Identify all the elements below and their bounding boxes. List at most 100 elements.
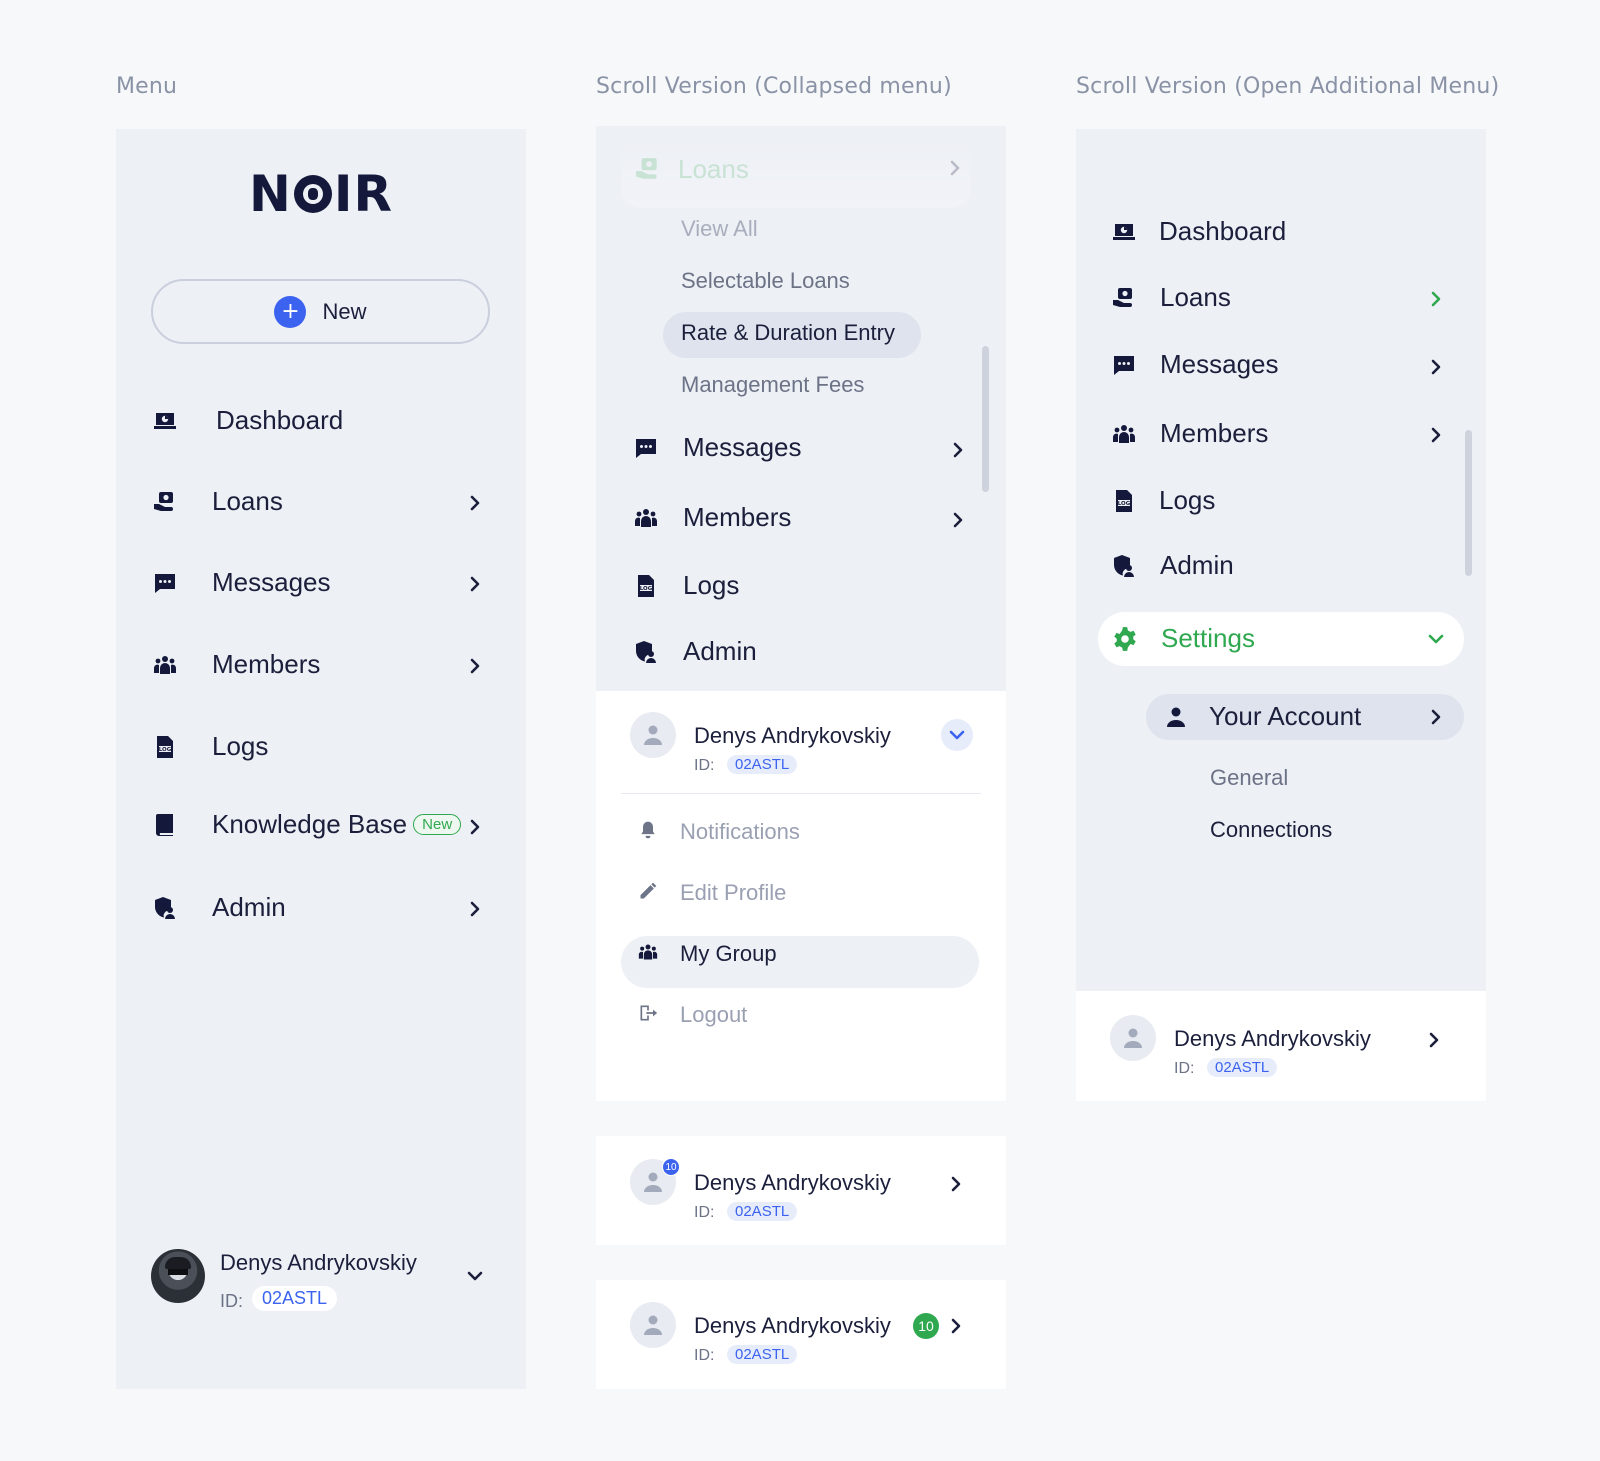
user-card[interactable]: Denys Andrykovskiy ID: 02ASTL: [1076, 991, 1486, 1101]
user-card-green-badge[interactable]: Denys Andrykovskiy ID: 02ASTL 10: [596, 1280, 1006, 1389]
menu-item-label: Logs: [683, 570, 740, 600]
new-button[interactable]: + New: [151, 279, 490, 344]
user-id-label: ID:: [694, 1204, 715, 1221]
menu-item-label: Logs: [1159, 485, 1216, 515]
chevron-right-icon[interactable]: [463, 572, 487, 596]
dashboard-icon: [152, 408, 178, 434]
main-menu-panel: N IR + New Dashboard Loans Messages Memb…: [116, 129, 526, 1389]
user-name: Denys Andrykovskiy: [220, 1250, 417, 1275]
menu-item-messages[interactable]: Messages: [152, 567, 331, 598]
messages-icon: [633, 435, 659, 461]
menu-item-dashboard[interactable]: Dashboard: [152, 405, 343, 436]
user-id-label: ID:: [1174, 1060, 1195, 1077]
menu-item-loans[interactable]: Loans: [152, 486, 283, 517]
chevron-down-icon: [1424, 627, 1448, 651]
menu-item-admin[interactable]: Admin: [633, 636, 757, 667]
plus-icon: +: [274, 295, 307, 328]
menu-item-label: Members: [683, 502, 792, 532]
user-menu-my-group[interactable]: My Group: [638, 941, 777, 967]
menu-item-label: Members: [212, 649, 321, 679]
user-card-expanded: Denys Andrykovskiy ID: 02ASTL Notificati…: [596, 691, 1006, 1101]
menu-item-loans[interactable]: Loans: [1111, 282, 1231, 313]
chevron-right-icon[interactable]: [463, 897, 487, 921]
menu-item-settings[interactable]: Settings: [1098, 612, 1464, 666]
chevron-right-icon[interactable]: [463, 815, 487, 839]
menu-item-logs[interactable]: Logs: [1111, 485, 1215, 516]
user-card-avatar-badge[interactable]: 10 Denys Andrykovskiy ID: 02ASTL: [596, 1136, 1006, 1245]
avatar[interactable]: [630, 712, 676, 758]
submenu-selectable-loans[interactable]: Selectable Loans: [681, 268, 850, 294]
menu-item-label: Admin: [212, 892, 286, 922]
menu-item-label: Dashboard: [1159, 216, 1287, 246]
logs-icon: [633, 573, 659, 599]
messages-icon: [152, 570, 178, 596]
menu-item-dashboard[interactable]: Dashboard: [1111, 216, 1286, 247]
user-icon: [1164, 705, 1188, 734]
loans-icon: [152, 489, 178, 515]
menu-item-knowledge-base[interactable]: Knowledge Base New: [152, 809, 462, 840]
menu-item-messages[interactable]: Messages: [633, 432, 802, 463]
divider: [621, 793, 981, 794]
submenu-view-all[interactable]: View All: [681, 216, 758, 242]
chevron-right-icon[interactable]: [1424, 287, 1448, 311]
submenu-rate-duration-entry[interactable]: Rate & Duration Entry: [681, 320, 895, 346]
noir-logo: N IR: [249, 165, 393, 223]
user-name: Denys Andrykovskiy: [1174, 1026, 1371, 1051]
admin-icon: [152, 895, 178, 921]
menu-item-logs[interactable]: Logs: [633, 570, 739, 601]
menu-item-logs[interactable]: Logs: [152, 731, 268, 762]
avatar: [1110, 1015, 1156, 1061]
menu-item-admin[interactable]: Admin: [152, 892, 286, 923]
collapsed-menu-panel: Loans View All Selectable Loans Rate & D…: [596, 126, 1006, 691]
menu-item-label: Admin: [683, 636, 757, 666]
user-id-label: ID:: [694, 757, 715, 774]
menu-item-label: Loans: [212, 486, 283, 516]
submenu-management-fees[interactable]: Management Fees: [681, 372, 864, 398]
chevron-right-icon[interactable]: [1424, 423, 1448, 447]
collapse-toggle[interactable]: [941, 719, 973, 751]
menu-item-members[interactable]: Members: [1111, 418, 1268, 449]
user-menu-notifications[interactable]: Notifications: [638, 819, 800, 845]
chevron-down-icon: [949, 727, 965, 743]
scrollbar[interactable]: [1465, 430, 1472, 576]
submenu-your-account[interactable]: Your Account: [1146, 694, 1464, 740]
new-badge: New: [413, 814, 462, 835]
user-name: Denys Andrykovskiy: [694, 1170, 891, 1195]
logout-icon: [638, 1003, 658, 1028]
user-menu-logout[interactable]: Logout: [638, 1002, 747, 1028]
chevron-right-icon[interactable]: [1422, 1028, 1446, 1052]
loans-icon: [635, 156, 661, 187]
user-id-badge: 02ASTL: [1207, 1058, 1278, 1077]
user-id-label: ID:: [694, 1347, 715, 1364]
settings-label: Settings: [1161, 623, 1255, 653]
collapsed-column-title: Scroll Version (Collapsed menu): [596, 74, 952, 99]
menu-item-label: Dashboard: [216, 405, 344, 435]
menu-item-members[interactable]: Members: [633, 502, 791, 533]
logs-icon: [152, 734, 178, 760]
user-menu-edit-profile[interactable]: Edit Profile: [638, 880, 786, 906]
submenu-general[interactable]: General: [1210, 765, 1288, 791]
menu-item-admin[interactable]: Admin: [1111, 550, 1234, 581]
chevron-right-icon[interactable]: [946, 438, 970, 462]
chevron-right-icon[interactable]: [944, 1172, 968, 1196]
menu-item-members[interactable]: Members: [152, 649, 320, 680]
chevron-down-icon[interactable]: [463, 1264, 487, 1288]
members-icon: [152, 652, 178, 678]
scrollbar[interactable]: [982, 346, 989, 492]
menu-item-label: Admin: [1160, 550, 1234, 580]
chevron-right-icon[interactable]: [946, 508, 970, 532]
menu-item-label: Logs: [212, 731, 269, 761]
admin-icon: [1111, 553, 1137, 579]
open-column-title: Scroll Version (Open Additional Menu): [1076, 74, 1500, 99]
loans-header-faded[interactable]: Loans: [621, 138, 971, 208]
chevron-right-icon[interactable]: [944, 1314, 968, 1338]
menu-item-label: Knowledge Base: [212, 809, 408, 839]
avatar[interactable]: [151, 1249, 205, 1303]
user-id-badge: 02ASTL: [252, 1286, 338, 1311]
chevron-right-icon[interactable]: [463, 654, 487, 678]
menu-item-messages[interactable]: Messages: [1111, 349, 1279, 380]
user-id-badge: 02ASTL: [727, 1202, 798, 1221]
submenu-connections[interactable]: Connections: [1210, 817, 1332, 843]
chevron-right-icon[interactable]: [463, 491, 487, 515]
chevron-right-icon[interactable]: [1424, 355, 1448, 379]
